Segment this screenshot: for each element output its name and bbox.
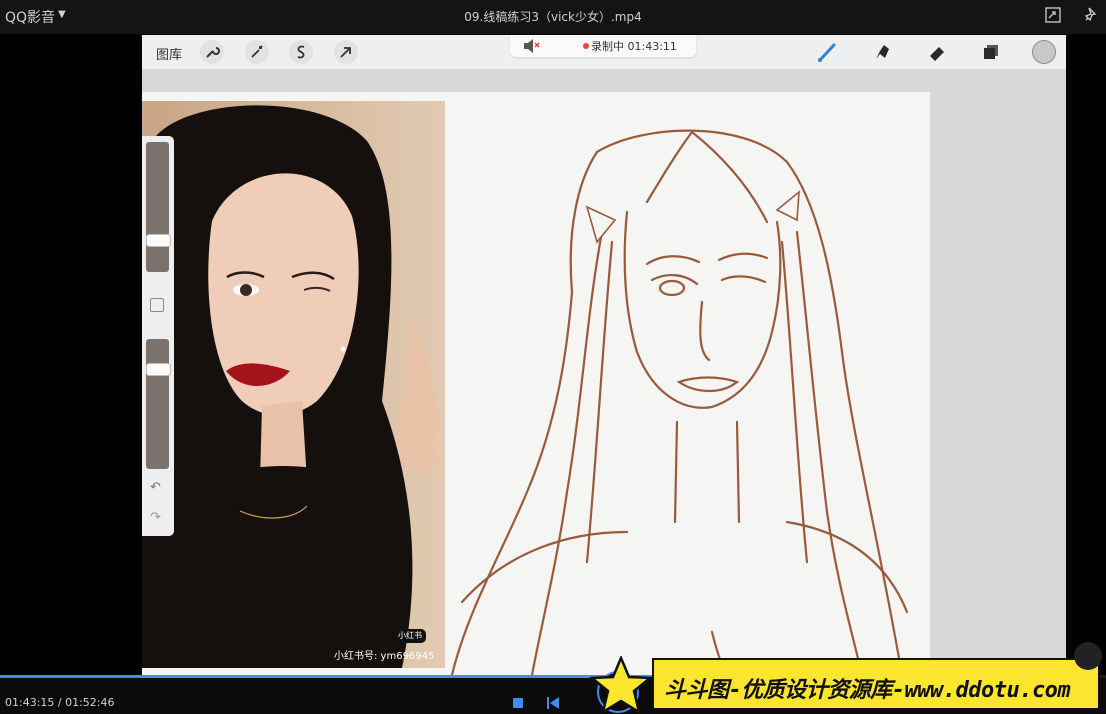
title-bar: QQ影音 ▼ 09.线稿练习3（vick少女）.mp4 xyxy=(0,0,1106,34)
brush-size-thumb[interactable] xyxy=(146,234,171,247)
redo-icon[interactable]: ↷ xyxy=(150,510,161,525)
magic-wand-icon[interactable] xyxy=(245,40,269,64)
record-dot-icon xyxy=(583,43,589,49)
reference-photo: 小红书 小红书号: ym696945 xyxy=(142,101,445,668)
pin-icon[interactable] xyxy=(1082,6,1102,26)
procreate-toolbar: 图库 录制中 01:43:11 xyxy=(142,35,1066,69)
star-icon xyxy=(590,656,652,714)
smudge-icon[interactable] xyxy=(871,41,893,63)
transform-arrow-icon[interactable] xyxy=(334,40,358,64)
assistant-icon[interactable] xyxy=(1074,642,1102,670)
stop-icon[interactable] xyxy=(512,697,524,709)
video-frame[interactable]: 图库 录制中 01:43:11 小红书 小红书号: ym696945 ↶ ↷ xyxy=(142,35,1066,675)
portrait-image xyxy=(142,101,445,668)
window-title: 09.线稿练习3（vick少女）.mp4 xyxy=(464,10,642,24)
color-picker[interactable] xyxy=(1032,40,1056,64)
playback-time: 01:43:15 / 01:52:46 xyxy=(5,696,115,709)
line-sketch xyxy=(450,129,909,675)
xiaohongshu-handle: 小红书号: ym696945 xyxy=(334,651,435,662)
wrench-icon[interactable] xyxy=(200,40,224,64)
recording-time: 录制中 01:43:11 xyxy=(591,40,677,53)
brush-size-sidebar: ↶ ↷ xyxy=(142,136,174,536)
undo-icon[interactable]: ↶ xyxy=(150,480,161,495)
gallery-button[interactable]: 图库 xyxy=(156,44,182,63)
mute-speaker-icon[interactable] xyxy=(522,37,544,55)
opacity-slider[interactable] xyxy=(146,339,171,469)
mini-mode-icon[interactable] xyxy=(1044,6,1064,26)
brush-icon[interactable] xyxy=(816,41,838,63)
watermark-text: 斗斗图-优质设计资源库-www.ddotu.com xyxy=(664,678,1071,703)
layers-icon[interactable] xyxy=(980,41,1002,63)
eraser-icon[interactable] xyxy=(926,41,948,63)
brush-size-slider[interactable] xyxy=(146,142,171,272)
watermark-banner: 斗斗图-优质设计资源库-www.ddotu.com xyxy=(652,658,1100,710)
selection-icon[interactable] xyxy=(289,40,313,64)
recording-indicator: 录制中 01:43:11 xyxy=(510,35,696,57)
xiaohongshu-logo: 小红书 xyxy=(394,629,426,643)
previous-icon[interactable] xyxy=(546,696,560,710)
modify-button[interactable] xyxy=(150,298,164,312)
opacity-thumb[interactable] xyxy=(146,363,171,376)
